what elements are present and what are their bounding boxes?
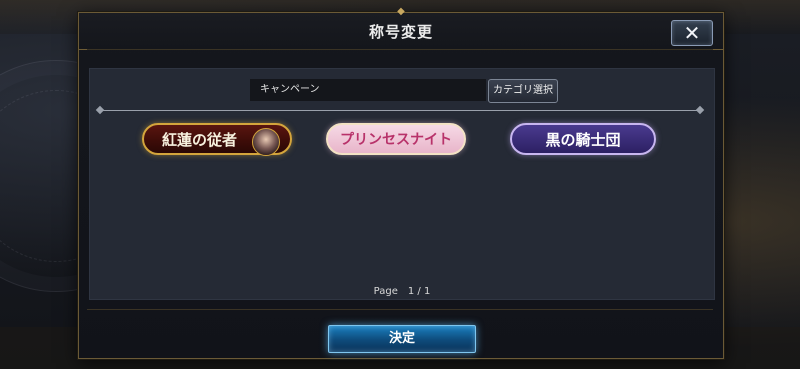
page-indicator: Page 1 / 1	[373, 286, 431, 297]
game-screen: ◆ 称号変更 ✕ キャンペーン カテゴリ選択 紅蓮の従者 プリンセスナイト 黒の…	[0, 0, 800, 369]
title-badge-label: 紅蓮の従者	[162, 131, 238, 149]
confirm-button[interactable]: 決定	[328, 325, 476, 353]
title-badge-label: 黒の騎士団	[545, 131, 621, 149]
title-list-panel: キャンペーン カテゴリ選択 紅蓮の従者 プリンセスナイト 黒の騎士団 Page	[89, 68, 715, 300]
title-badge-label: プリンセスナイト	[340, 132, 452, 148]
header-divider	[87, 49, 713, 50]
dialog-header: ◆ 称号変更 ✕	[79, 7, 723, 50]
portrait-icon	[252, 128, 280, 156]
header-ornament-icon: ◆	[397, 6, 405, 17]
footer-divider	[87, 309, 713, 310]
dialog-title: 称号変更	[368, 23, 433, 41]
close-button[interactable]: ✕	[671, 20, 713, 46]
title-change-dialog: ◆ 称号変更 ✕ キャンペーン カテゴリ選択 紅蓮の従者 プリンセスナイト 黒の…	[78, 7, 724, 359]
close-icon: ✕	[683, 21, 701, 45]
title-badge-purple: 黒の騎士団	[510, 123, 656, 155]
title-option-guren[interactable]: 紅蓮の従者	[142, 123, 292, 156]
title-badge-crimson: 紅蓮の従者	[142, 123, 292, 156]
category-select-button[interactable]: カテゴリ選択	[488, 79, 558, 103]
title-badge-pink: プリンセスナイト	[326, 123, 466, 155]
title-option-black-knights[interactable]: 黒の騎士団	[510, 123, 656, 155]
title-option-princess[interactable]: プリンセスナイト	[326, 123, 466, 155]
panel-divider	[100, 110, 700, 111]
current-category-field: キャンペーン	[250, 79, 486, 101]
